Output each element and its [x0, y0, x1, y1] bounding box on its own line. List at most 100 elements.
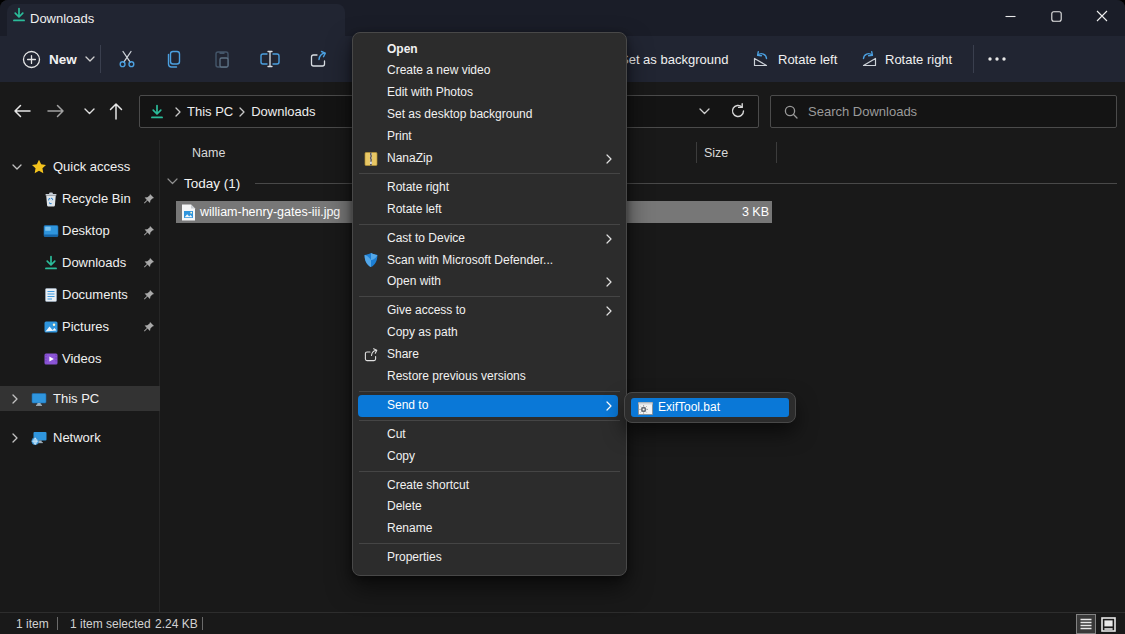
menu-item-give-access-to[interactable]: Give access to [358, 300, 618, 322]
rotate-left-icon [752, 50, 771, 68]
menu-separator [359, 420, 620, 421]
sidebar-item-this-pc[interactable]: This PC [0, 386, 160, 411]
sidebar-item-pictures[interactable]: Pictures [0, 314, 160, 339]
sidebar-item-desktop[interactable]: Desktop [0, 218, 160, 243]
sidebar-item-quick-access[interactable]: Quick access [0, 154, 160, 179]
search-box[interactable]: Search Downloads [770, 95, 1117, 128]
menu-item-rotate-right[interactable]: Rotate right [358, 177, 618, 199]
menu-item-rename[interactable]: Rename [358, 518, 618, 540]
menu-item-share[interactable]: Share [358, 344, 618, 366]
see-more-button[interactable] [981, 43, 1013, 75]
column-header-name[interactable]: Name [192, 141, 225, 164]
sidebar-item-network[interactable]: Network [0, 425, 160, 450]
menu-item-scan-with-microsoft-defender[interactable]: Scan with Microsoft Defender... [358, 250, 618, 272]
toolbar-divider-2 [973, 45, 974, 73]
maximize-button[interactable] [1033, 0, 1079, 32]
menu-separator [359, 173, 620, 174]
new-button[interactable]: New [14, 43, 103, 75]
column-header-size[interactable]: Size [704, 141, 728, 164]
this-pc-icon [31, 391, 47, 407]
close-icon [1096, 10, 1108, 22]
desktop-icon [43, 223, 59, 239]
chevron-collapsed-icon[interactable] [12, 433, 18, 443]
menu-item-open-with[interactable]: Open with [358, 271, 618, 293]
menu-item-delete[interactable]: Delete [358, 496, 618, 518]
pin-icon [143, 257, 155, 269]
menu-item-open[interactable]: Open [358, 39, 618, 61]
submenu-arrow-icon [606, 234, 612, 244]
window-controls [987, 0, 1125, 32]
menu-separator [359, 224, 620, 225]
menu-item-cut[interactable]: Cut [358, 424, 618, 446]
thumbnail-view-button[interactable] [1098, 614, 1118, 634]
status-bar: 1 item 1 item selected 2.24 KB [0, 612, 1125, 634]
menu-separator [359, 543, 620, 544]
up-button[interactable] [100, 95, 132, 127]
status-selection: 1 item selected [70, 613, 151, 634]
menu-separator [359, 391, 620, 392]
paste-button[interactable] [204, 45, 240, 73]
submenu-item-exiftool-bat[interactable]: ExifTool.bat [631, 398, 789, 417]
breadcrumb-this-pc[interactable]: This PC [181, 104, 239, 119]
sidebar-item-recycle-bin[interactable]: Recycle Bin [0, 186, 160, 211]
group-header-today[interactable]: Today (1) [161, 172, 1125, 194]
sidebar-item-downloads[interactable]: Downloads [0, 250, 160, 275]
sidebar-label: Videos [62, 351, 102, 366]
rotate-left-button[interactable]: Rotate left [752, 43, 837, 75]
menu-item-cast-to-device[interactable]: Cast to Device [358, 228, 618, 250]
address-dropdown-button[interactable] [699, 108, 710, 115]
downloads-icon [11, 7, 27, 23]
sidebar-item-videos[interactable]: Videos [0, 346, 160, 371]
refresh-button[interactable] [730, 103, 746, 119]
minimize-button[interactable] [987, 0, 1033, 32]
menu-item-copy[interactable]: Copy [358, 446, 618, 468]
chevron-expanded-icon[interactable] [167, 178, 178, 185]
chevron-collapsed-icon[interactable] [12, 394, 18, 404]
status-items-count: 1 item [16, 613, 49, 634]
minimize-icon [1005, 11, 1016, 22]
sidebar-label: Downloads [62, 255, 126, 270]
menu-item-edit-with-photos[interactable]: Edit with Photos [358, 82, 618, 104]
pin-icon [143, 321, 155, 333]
batch-file-icon [638, 402, 653, 415]
column-separator[interactable] [776, 142, 777, 163]
downloads-icon [43, 255, 59, 271]
copy-button[interactable] [156, 45, 192, 73]
details-view-button[interactable] [1076, 614, 1096, 634]
status-divider [57, 617, 58, 630]
menu-item-properties[interactable]: Properties [358, 547, 618, 569]
new-button-label: New [49, 52, 77, 67]
column-separator[interactable] [696, 142, 697, 163]
back-button[interactable] [6, 95, 38, 127]
titlebar: Downloads [0, 0, 1125, 36]
forward-button[interactable] [40, 95, 72, 127]
menu-item-restore-previous-versions[interactable]: Restore previous versions [358, 366, 618, 388]
context-menu: Open Create a new video Edit with Photos… [352, 32, 627, 576]
menu-item-rotate-left[interactable]: Rotate left [358, 199, 618, 221]
rename-button[interactable] [252, 45, 288, 73]
menu-item-copy-as-path[interactable]: Copy as path [358, 322, 618, 344]
breadcrumb-downloads[interactable]: Downloads [245, 104, 321, 119]
menu-item-send-to[interactable]: Send to [358, 395, 618, 417]
documents-icon [43, 287, 59, 303]
chevron-down-icon [699, 108, 710, 115]
menu-separator [359, 296, 620, 297]
maximize-icon [1051, 11, 1062, 22]
plus-circle-icon [22, 50, 41, 69]
sidebar-item-documents[interactable]: Documents [0, 282, 160, 307]
pin-icon [143, 193, 155, 205]
menu-item-nanazip[interactable]: NanaZip [358, 148, 618, 170]
chevron-expanded-icon[interactable] [12, 164, 22, 170]
share-icon [308, 49, 328, 69]
cut-button[interactable] [109, 45, 145, 73]
downloads-icon [149, 104, 165, 120]
explorer-tab[interactable]: Downloads [7, 4, 345, 36]
menu-item-set-as-desktop-background[interactable]: Set as desktop background [358, 104, 618, 126]
menu-item-create-a-new-video[interactable]: Create a new video [358, 60, 618, 82]
rotate-right-button[interactable]: Rotate right [859, 43, 952, 75]
toolbar-divider [100, 45, 101, 73]
menu-item-create-shortcut[interactable]: Create shortcut [358, 475, 618, 497]
menu-item-print[interactable]: Print [358, 126, 618, 148]
share-button[interactable] [300, 45, 336, 73]
close-button[interactable] [1079, 0, 1125, 32]
